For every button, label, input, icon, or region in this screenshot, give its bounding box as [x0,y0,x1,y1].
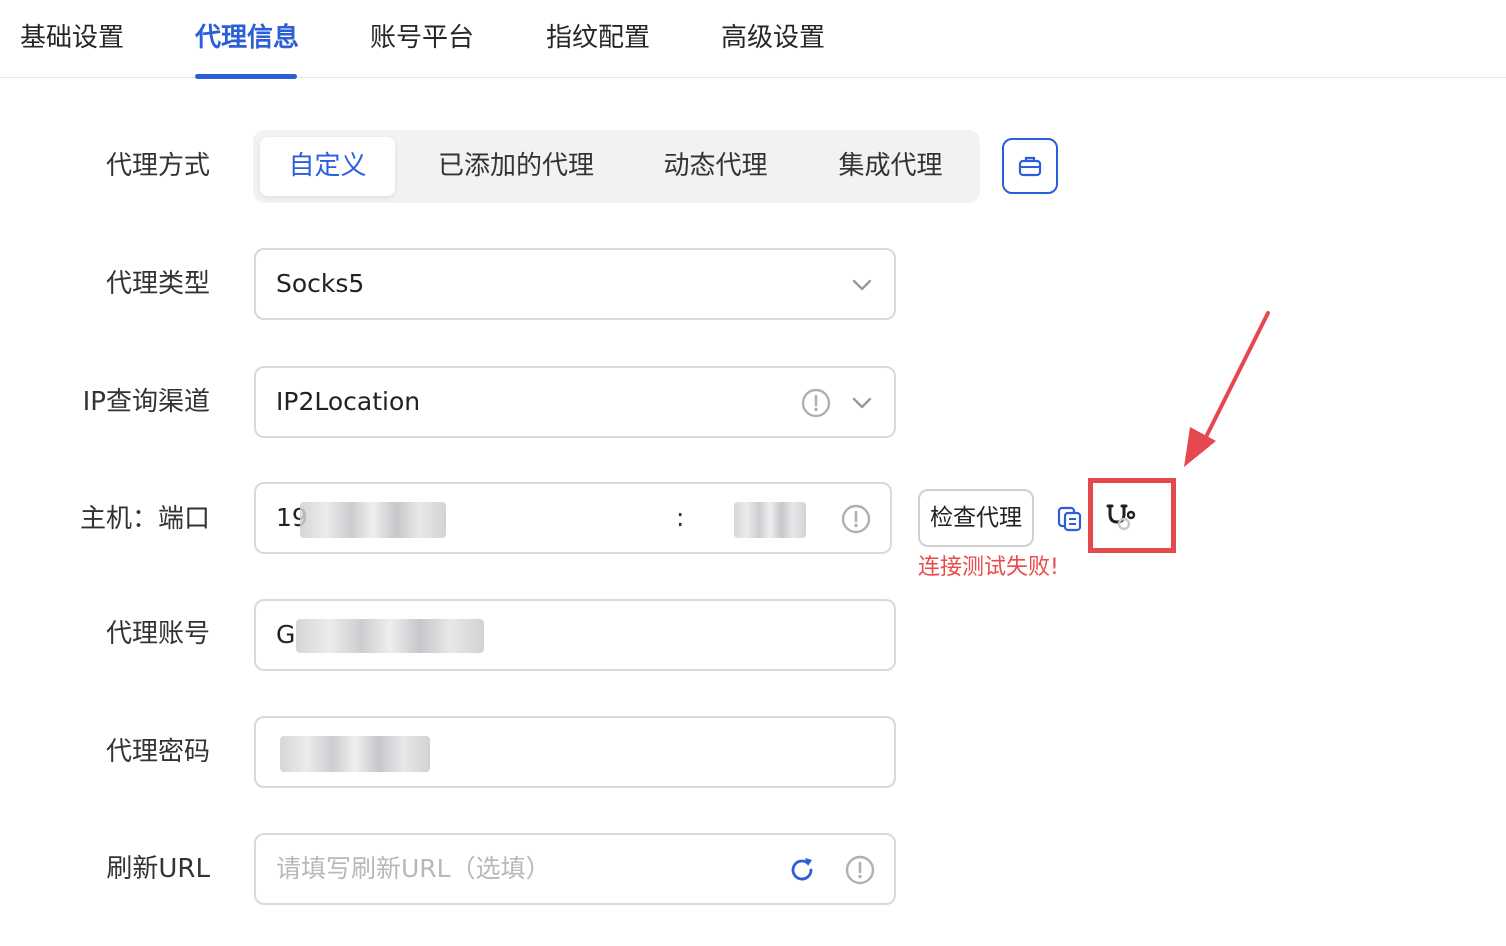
port-redacted[interactable] [734,502,806,538]
tab-advanced-settings[interactable]: 高级设置 [721,20,825,56]
check-proxy-button[interactable]: 检查代理 [918,489,1034,547]
ip-channel-select[interactable]: IP2Location [254,366,896,438]
ip-channel-value: IP2Location [276,387,421,416]
proxy-method-segmented: 自定义 已添加的代理 动态代理 集成代理 [253,130,980,203]
refresh-url-placeholder: 请填写刷新URL（选填） [276,854,551,883]
proxy-password-redacted [280,736,430,772]
connection-error-message: 连接测试失败! [918,555,1059,580]
host-port-separator: : [676,503,685,532]
refresh-url-input[interactable]: 请填写刷新URL（选填） [254,833,896,905]
proxy-method-label: 代理方式 [105,151,210,181]
ip-channel-label: IP查询渠道 [82,387,210,417]
info-circle-icon[interactable] [840,503,872,535]
info-circle-icon[interactable] [844,854,876,886]
proxy-password-input[interactable] [254,716,896,788]
tab-basic-settings[interactable]: 基础设置 [20,20,124,56]
tab-fingerprint-config[interactable]: 指纹配置 [546,20,650,56]
proxy-type-label: 代理类型 [105,269,210,299]
proxy-method-option-dynamic[interactable]: 动态代理 [643,137,788,196]
host-redacted [300,502,446,538]
proxy-account-label: 代理账号 [105,619,210,649]
refresh-icon[interactable] [786,854,818,886]
briefcase-icon [1018,156,1042,177]
proxy-account-value: G [276,620,296,649]
proxy-library-button[interactable] [1002,138,1058,194]
annotation-arrow-icon [1184,311,1270,467]
tab-proxy-info[interactable]: 代理信息 [195,20,299,56]
proxy-method-option-added[interactable]: 已添加的代理 [421,137,611,196]
proxy-type-value: Socks5 [276,269,365,298]
host-port-field[interactable]: 19 : [254,482,892,554]
copy-icon[interactable] [1056,505,1084,533]
proxy-password-label: 代理密码 [105,737,210,767]
proxy-type-select[interactable]: Socks5 [254,248,896,320]
proxy-account-redacted [296,619,484,653]
annotation-highlight-box [1088,478,1176,553]
tab-bar: 基础设置 代理信息 账号平台 指纹配置 高级设置 [0,0,1506,79]
chevron-down-icon [852,279,872,291]
host-port-label: 主机：端口 [79,504,210,534]
proxy-method-option-custom[interactable]: 自定义 [260,137,395,196]
refresh-url-label: 刷新URL [106,854,210,884]
tab-account-platform[interactable]: 账号平台 [370,20,474,56]
chevron-down-icon [852,397,872,409]
proxy-method-option-integrated[interactable]: 集成代理 [818,137,963,196]
proxy-account-input[interactable]: G [254,599,896,671]
info-circle-icon[interactable] [800,387,832,419]
active-tab-indicator [195,74,297,79]
